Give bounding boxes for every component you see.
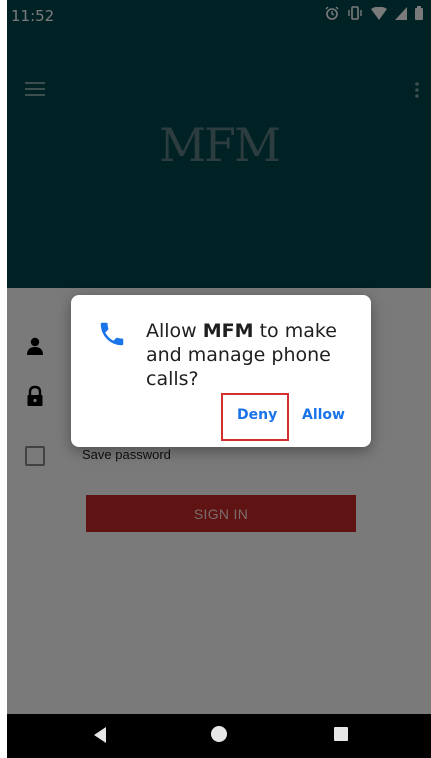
wifi-icon bbox=[371, 6, 387, 20]
status-icons bbox=[325, 6, 423, 20]
status-time: 11:52 bbox=[11, 7, 55, 25]
home-button[interactable] bbox=[209, 724, 229, 749]
app-logo: MFM bbox=[158, 118, 281, 172]
save-password-checkbox[interactable] bbox=[25, 446, 45, 466]
user-icon bbox=[24, 335, 46, 357]
navigation-bar bbox=[7, 714, 431, 758]
alarm-icon bbox=[325, 6, 339, 20]
save-password-label: Save password bbox=[82, 447, 171, 462]
vibrate-icon bbox=[348, 6, 362, 20]
signal-icon bbox=[395, 6, 407, 20]
status-bar: 11:52 bbox=[7, 0, 431, 32]
back-button[interactable] bbox=[92, 726, 108, 749]
dialog-message-prefix: Allow bbox=[146, 320, 203, 342]
screen: 11:52 MFM Save password SIGN IN Allow MF… bbox=[0, 0, 431, 758]
phone-icon bbox=[95, 319, 129, 354]
allow-button[interactable]: Allow bbox=[302, 407, 345, 423]
recents-button[interactable] bbox=[333, 726, 349, 747]
sign-in-button[interactable]: SIGN IN bbox=[86, 495, 356, 532]
menu-icon[interactable] bbox=[25, 82, 45, 101]
lock-icon bbox=[24, 385, 46, 407]
dialog-message: Allow MFM to make and manage phone calls… bbox=[146, 319, 351, 391]
device-screen: 11:52 MFM Save password SIGN IN Allow MF… bbox=[7, 0, 431, 758]
deny-highlight-box bbox=[221, 393, 289, 441]
permission-dialog: Allow MFM to make and manage phone calls… bbox=[71, 295, 371, 447]
battery-icon bbox=[415, 6, 423, 20]
dialog-app-name: MFM bbox=[202, 320, 254, 342]
overflow-menu-icon[interactable] bbox=[415, 82, 419, 103]
